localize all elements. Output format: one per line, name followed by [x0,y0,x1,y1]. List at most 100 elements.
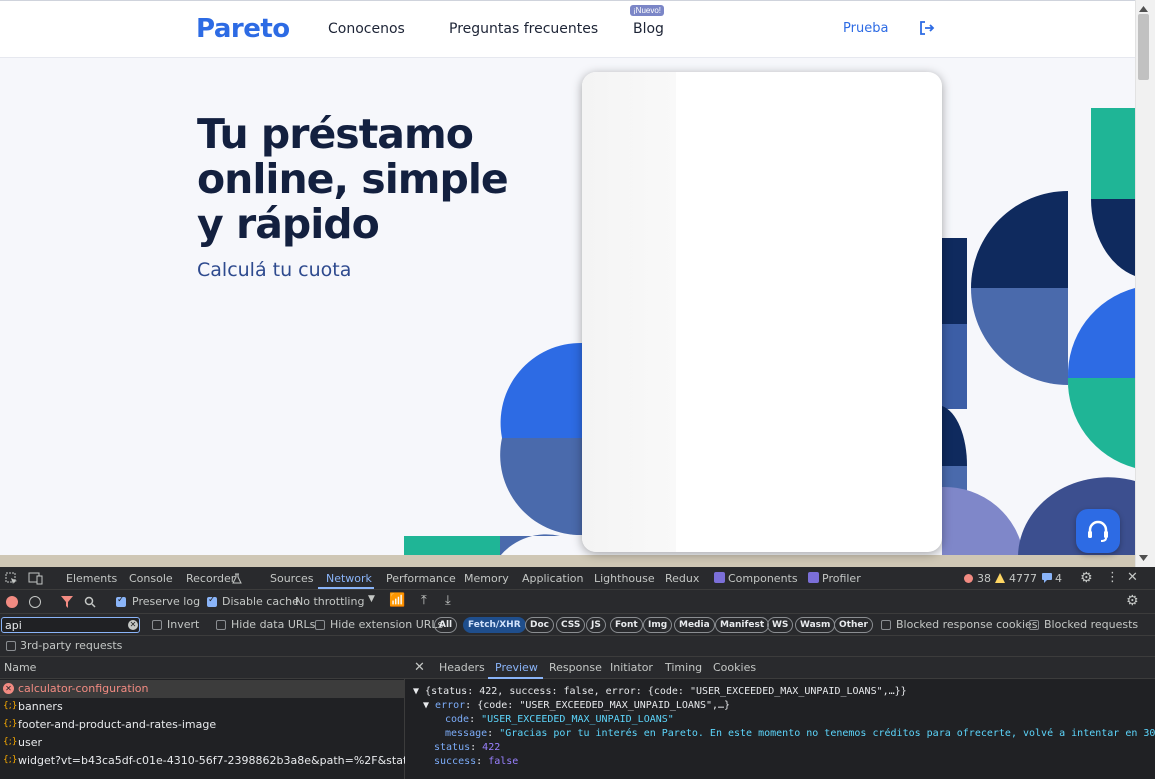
pareto-logo[interactable]: Pareto [196,14,290,44]
type-filter-doc[interactable]: Doc [525,617,554,633]
clear-filter-icon[interactable]: ✕ [128,620,138,630]
scroll-up-icon[interactable] [1138,4,1149,14]
close-devtools-icon[interactable]: ✕ [1127,570,1138,585]
hero-decoration [404,108,1135,556]
request-row[interactable]: {;} banners [0,698,405,716]
site-header: Pareto Conocenos Preguntas frecuentes ¡N… [0,0,1135,58]
blocked-requests-checkbox[interactable] [1029,620,1039,630]
tab-console[interactable]: Console [129,572,173,585]
nav-blog[interactable]: Blog [633,21,664,37]
tab-memory[interactable]: Memory [464,572,509,585]
tab-cookies[interactable]: Cookies [713,661,756,674]
settings-gear-icon[interactable]: ⚙ [1080,570,1093,586]
tab-response[interactable]: Response [549,661,602,674]
scrollbar-thumb[interactable] [1138,14,1149,80]
request-row[interactable]: {;} widget?vt=b43ca5df-c01e-4310-56f7-23… [0,752,405,770]
network-conditions-icon[interactable]: 📶 [389,593,405,608]
json-message-field: message: "Gracias por tu interés en Pare… [445,728,1155,739]
hero-subtitle: Calculá tu cuota [197,259,352,281]
type-filter-css[interactable]: CSS [556,617,586,633]
third-party-checkbox[interactable] [6,641,16,651]
json-root-node[interactable]: ▼ {status: 422, success: false, error: {… [413,686,907,697]
filter-icon[interactable] [61,596,73,608]
active-detail-tab-indicator [488,677,543,679]
react-profiler-icon [808,572,819,583]
json-error-node[interactable]: ▼ error: {code: "USER_EXCEEDED_MAX_UNPAI… [423,700,730,711]
error-count[interactable]: 38 [977,572,991,585]
hide-extension-urls-checkbox[interactable] [315,620,325,630]
tab-profiler[interactable]: Profiler [822,572,861,585]
xhr-icon: {;} [3,755,18,765]
warning-count-icon[interactable] [995,573,1005,583]
tab-headers[interactable]: Headers [439,661,485,674]
search-icon[interactable] [84,596,96,608]
invert-checkbox[interactable] [152,620,162,630]
record-stop-icon[interactable] [6,596,18,608]
error-count-icon[interactable] [964,574,973,583]
preserve-log-label: Preserve log [132,595,201,608]
scroll-down-icon[interactable] [1138,553,1149,563]
type-filter-img[interactable]: Img [643,617,673,633]
type-filter-media[interactable]: Media [674,617,715,633]
type-filter-font[interactable]: Font [610,617,643,633]
close-detail-icon[interactable]: ✕ [414,660,425,675]
preserve-log-checkbox[interactable] [116,595,126,607]
tab-elements[interactable]: Elements [66,572,117,585]
network-filter-bar: ✕ Invert Hide data URLs Hide extension U… [0,614,1155,636]
hide-extension-urls-label: Hide extension URLs [330,618,444,631]
blocked-response-cookies-checkbox[interactable] [881,620,891,630]
tab-components[interactable]: Components [728,572,798,585]
tab-preview[interactable]: Preview [495,661,538,674]
support-chat-button[interactable] [1076,509,1120,553]
page-scrollbar[interactable] [1135,0,1155,567]
nav-preguntas-frecuentes[interactable]: Preguntas frecuentes [449,21,598,37]
tab-lighthouse[interactable]: Lighthouse [594,572,655,585]
type-filter-all[interactable]: All [434,617,458,633]
invert-label: Invert [167,618,200,631]
clear-log-icon[interactable] [29,596,41,608]
tab-performance[interactable]: Performance [386,572,456,585]
disable-cache-checkbox[interactable] [207,595,217,607]
type-filter-manifest[interactable]: Manifest [715,617,770,633]
inspect-element-icon[interactable] [5,572,18,585]
third-party-label: 3rd-party requests [20,639,123,652]
nav-conocenos[interactable]: Conocenos [328,21,405,37]
request-name: footer-and-product-and-rates-image [18,718,217,731]
tab-network[interactable]: Network [326,572,372,585]
filter-input[interactable] [1,617,140,633]
tab-recorder[interactable]: Recorder [186,572,235,585]
chevron-down-icon[interactable]: ▼ [368,594,375,604]
json-success-field: success: false [434,756,519,767]
device-toggle-icon[interactable] [28,572,43,585]
tab-sources[interactable]: Sources [270,572,314,585]
nav-prueba-link[interactable]: Prueba [843,21,888,36]
hide-data-urls-checkbox[interactable] [216,620,226,630]
more-options-icon[interactable]: ⋮ [1106,570,1119,585]
hero-title: Tu préstamo online, simple y rápido [197,110,509,248]
type-filter-wasm[interactable]: Wasm [795,617,836,633]
import-har-icon[interactable]: ⤒ [421,593,427,608]
request-row[interactable]: {;} footer-and-product-and-rates-image [0,716,405,734]
warning-count[interactable]: 4777 [1009,572,1037,585]
network-settings-icon[interactable]: ⚙ [1126,593,1139,609]
browser-viewport: Pareto Conocenos Preguntas frecuentes ¡N… [0,0,1155,567]
export-har-icon[interactable]: ⤓ [445,593,451,608]
type-filter-other[interactable]: Other [834,617,873,633]
message-count-icon[interactable] [1042,573,1052,583]
blocked-response-cookies-label: Blocked response cookies [896,618,1038,631]
message-count[interactable]: 4 [1055,572,1062,585]
tab-application[interactable]: Application [522,572,583,585]
hero-bottom-image [0,555,1135,567]
type-filter-fetch-xhr[interactable]: Fetch/XHR [463,617,526,633]
network-toolbar: Preserve log Disable cache No throttling… [0,590,1155,614]
type-filter-ws[interactable]: WS [767,617,794,633]
request-row[interactable]: ✕ calculator-configuration [0,680,405,698]
type-filter-js[interactable]: JS [586,617,606,633]
tab-timing[interactable]: Timing [665,661,702,674]
tab-initiator[interactable]: Initiator [610,661,653,674]
logout-icon[interactable] [918,19,936,37]
throttling-select[interactable]: No throttling [295,595,364,608]
name-column-header[interactable]: Name [4,661,36,674]
request-row[interactable]: {;} user [0,734,405,752]
tab-redux[interactable]: Redux [665,572,699,585]
